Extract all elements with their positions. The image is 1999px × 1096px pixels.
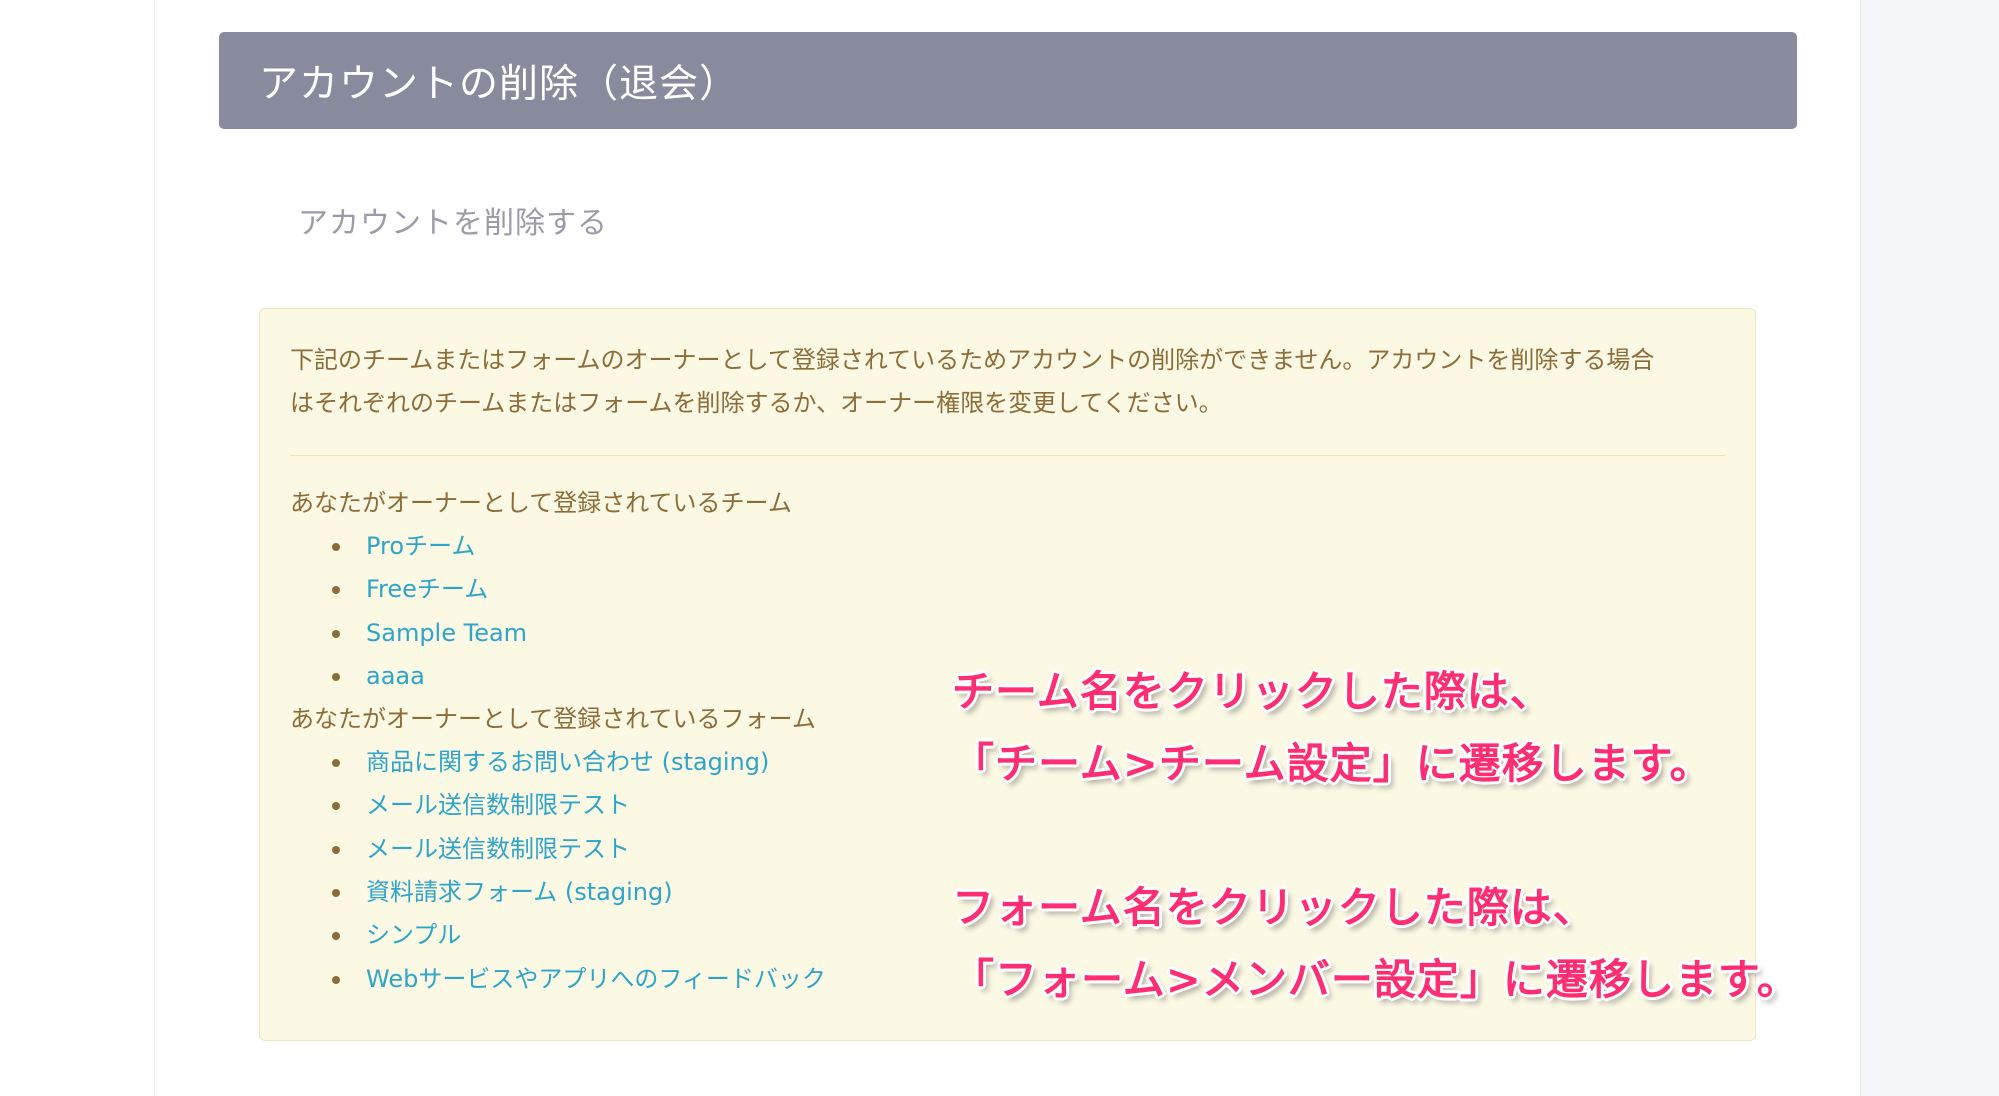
team-link[interactable]: Sample Team	[366, 619, 527, 647]
form-annotation-line-1: フォーム名をクリックした際は、	[952, 883, 1596, 932]
warning-message: 下記のチームまたはフォームのオーナーとして登録されているためアカウントの削除がで…	[290, 346, 1655, 417]
form-annotation-line-2: 「フォーム>メンバー設定」に遷移します。	[952, 955, 1800, 1004]
bullet-icon	[332, 586, 340, 595]
list-item: Proチーム	[332, 525, 1725, 568]
team-annotation-line-2: 「チーム>チーム設定」に遷移します。	[952, 739, 1713, 788]
bullet-icon	[332, 975, 340, 984]
form-link[interactable]: メール送信数制限テスト	[366, 835, 630, 863]
form-link[interactable]: メール送信数制限テスト	[366, 791, 630, 819]
page-title: アカウントの削除（退会）	[259, 61, 740, 107]
bullet-icon	[332, 672, 340, 681]
bullet-icon	[332, 543, 340, 551]
list-item: Sample Team	[332, 612, 1725, 655]
form-link[interactable]: Webサービスやアプリへのフィードバック	[366, 965, 826, 993]
team-link[interactable]: Freeチーム	[366, 575, 488, 603]
list-item: Freeチーム	[332, 568, 1725, 611]
bullet-icon	[332, 889, 340, 898]
team-annotation-line-1: チーム名をクリックした際は、	[952, 667, 1553, 716]
bullet-icon	[332, 932, 340, 941]
team-annotation: チーム名をクリックした際は、 「チーム>チーム設定」に遷移します。	[952, 656, 1712, 800]
bullet-icon	[332, 802, 340, 811]
bullet-icon	[332, 845, 340, 854]
page-header: アカウントの削除（退会）	[219, 32, 1797, 129]
list-item: メール送信数制限テスト	[332, 828, 1725, 871]
form-link[interactable]: 商品に関するお問い合わせ (staging)	[366, 748, 769, 776]
right-gutter	[1860, 0, 1999, 1096]
form-annotation: フォーム名をクリックした際は、 「フォーム>メンバー設定」に遷移します。	[952, 872, 1800, 1016]
form-link[interactable]: シンプル	[366, 921, 461, 949]
team-link[interactable]: Proチーム	[366, 532, 475, 560]
form-link[interactable]: 資料請求フォーム (staging)	[366, 878, 673, 906]
bullet-icon	[332, 759, 340, 768]
left-gutter	[0, 0, 155, 1096]
teams-heading: あなたがオーナーとして登録されているチーム	[290, 489, 792, 517]
divider	[290, 455, 1725, 456]
bullet-icon	[332, 629, 340, 638]
team-link[interactable]: aaaa	[366, 662, 425, 690]
section-title: アカウントを削除する	[298, 206, 608, 241]
